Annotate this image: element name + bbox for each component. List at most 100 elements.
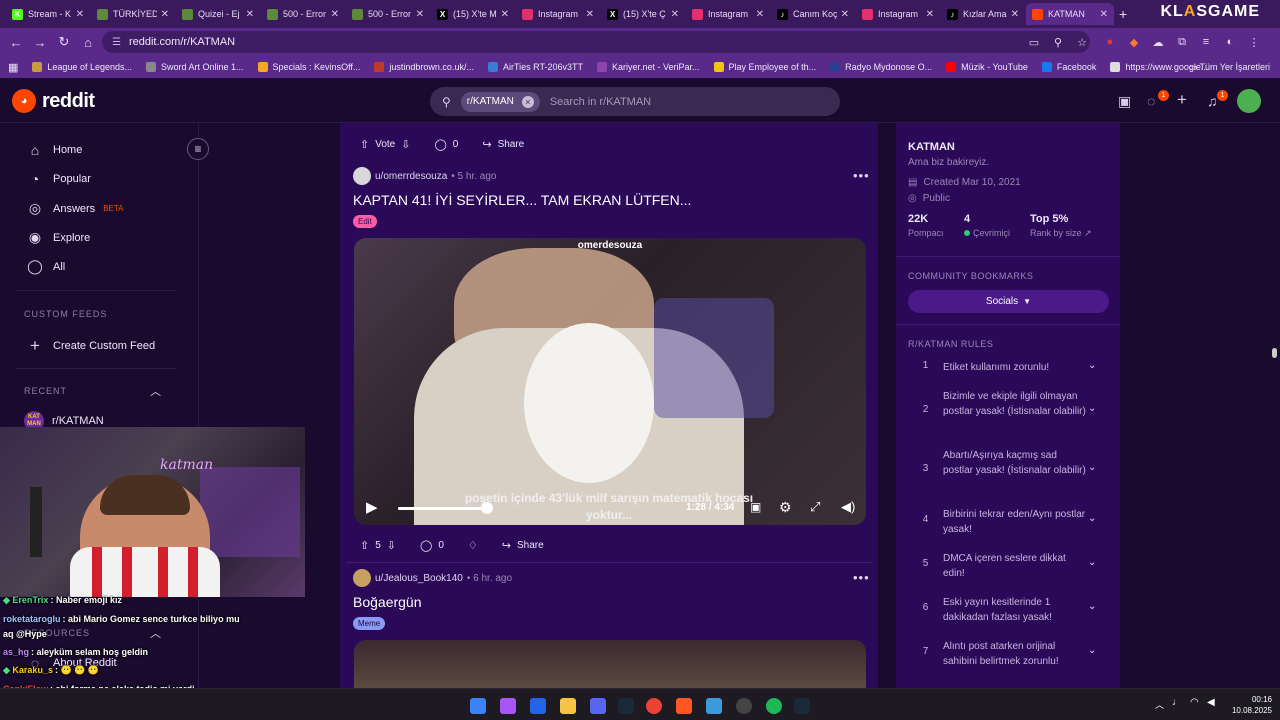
video-progress-track[interactable] — [398, 507, 486, 510]
profile-icon[interactable]: ◐ — [1218, 33, 1242, 51]
reload-icon[interactable]: ↻ — [52, 34, 76, 50]
sidebar-item-explore[interactable]: ◉ Explore — [26, 229, 90, 246]
bookmark-item[interactable]: Facebook — [1041, 62, 1096, 72]
clear-chip-icon[interactable]: × — [521, 95, 534, 108]
bookmark-star-icon[interactable]: ☆ — [1070, 33, 1094, 51]
post-title[interactable]: KAPTAN 41! İYİ SEYİRLER... TAM EKRAN LÜT… — [353, 192, 691, 208]
browser-tab[interactable]: ♪ Canım Koç ✕ — [771, 3, 855, 25]
bookmark-item[interactable]: justindbrown.co.uk/... — [374, 62, 474, 72]
zoom-icon[interactable]: ⚲ — [1046, 33, 1070, 51]
browser-tab[interactable]: 500 - Error ✕ — [346, 3, 430, 25]
browser-tab[interactable]: X (15) X'te Ç ✕ — [601, 3, 685, 25]
rule-item[interactable]: 7 Alıntı post atarken orijinal sahibini b… — [908, 639, 1108, 669]
post-title[interactable]: Boğaergün — [353, 594, 422, 610]
bookmark-item[interactable]: Specials : KevinsOff... — [257, 62, 360, 72]
close-tab-icon[interactable]: ✕ — [416, 9, 424, 20]
back-icon[interactable]: ← — [4, 35, 28, 50]
close-tab-icon[interactable]: ✕ — [501, 9, 509, 20]
collapse-sidebar-button[interactable]: ≡ — [187, 138, 209, 160]
menu-dots-icon[interactable]: ⋮ — [1242, 33, 1266, 51]
chevron-up-icon[interactable]: ︿ — [150, 383, 161, 399]
notification-bell-icon[interactable]: ♫ — [1207, 93, 1218, 109]
spotify-icon[interactable] — [766, 698, 782, 714]
user-avatar-small[interactable] — [353, 569, 371, 587]
file-explorer-icon[interactable] — [560, 698, 576, 714]
more-options-icon[interactable]: ••• — [853, 570, 870, 585]
more-options-icon[interactable]: ••• — [853, 168, 870, 183]
extension-cloud-icon[interactable]: ☁ — [1146, 33, 1170, 51]
search-bar[interactable]: ⚲ r/KATMAN × Search in r/KATMAN — [430, 87, 840, 116]
close-tab-icon[interactable]: ✕ — [1100, 9, 1108, 20]
rule-item[interactable]: 5 DMCA içeren seslere dikkat edin! ⌄ — [908, 551, 1108, 581]
close-tab-icon[interactable]: ✕ — [331, 9, 339, 20]
comments-button[interactable]: ◯ 0 — [425, 133, 467, 155]
comments-button[interactable]: ◯ 0 — [411, 534, 453, 556]
upvote-icon[interactable]: ⇧ — [360, 138, 369, 151]
forward-icon[interactable]: → — [28, 35, 52, 50]
close-tab-icon[interactable]: ✕ — [586, 9, 594, 20]
all-bookmarks-link[interactable]: ▭ Tüm Yer İşaretleri — [1189, 62, 1270, 73]
post-flair[interactable]: Edit — [353, 215, 377, 228]
bookmark-item[interactable]: AirTies RT-206v3TT — [487, 62, 583, 72]
captions-icon[interactable]: ▣ — [750, 500, 761, 514]
start-menu-icon[interactable] — [470, 698, 486, 714]
extensions-puzzle-icon[interactable]: ⧉ — [1170, 33, 1194, 51]
bookmark-item[interactable]: Sword Art Online 1... — [145, 62, 244, 72]
tray-chevron-icon[interactable]: ︿ — [1155, 698, 1164, 711]
downvote-icon[interactable]: ⇩ — [401, 138, 410, 151]
install-icon[interactable]: ▭ — [1022, 33, 1046, 51]
create-custom-feed-button[interactable]: + Create Custom Feed — [26, 336, 155, 356]
advertise-icon[interactable]: ▣ — [1118, 93, 1131, 110]
volume-icon[interactable]: ◀ — [1207, 697, 1215, 708]
subreddit-search-chip[interactable]: r/KATMAN × — [460, 91, 540, 112]
post-author[interactable]: u/omerrdesouza — [375, 171, 447, 182]
share-button[interactable]: ↪ Share — [473, 133, 533, 155]
bookmark-item[interactable]: League of Legends... — [32, 62, 132, 72]
extension-red-icon[interactable]: ● — [1098, 33, 1122, 51]
page-scrollbar[interactable] — [1268, 123, 1280, 688]
browser-tab[interactable]: Quizei - Ej ✕ — [176, 3, 260, 25]
new-tab-icon[interactable]: + — [1119, 6, 1127, 22]
search-input[interactable]: Search in r/KATMAN — [550, 96, 651, 108]
close-tab-icon[interactable]: ✕ — [76, 9, 84, 20]
volume-icon[interactable]: ◀) — [841, 499, 855, 515]
apps-icon[interactable]: ▦ — [8, 61, 18, 74]
app-icon[interactable] — [676, 698, 692, 714]
video-scrubber-handle[interactable] — [481, 502, 493, 514]
bookmark-item[interactable]: Radyo Mydonose O... — [830, 62, 932, 72]
scrollbar-thumb[interactable] — [1272, 348, 1277, 358]
close-tab-icon[interactable]: ✕ — [246, 9, 254, 20]
microphone-icon[interactable]: ♩ — [1172, 697, 1182, 708]
wifi-icon[interactable]: ◠ — [1190, 697, 1199, 708]
bookmark-item[interactable]: Müzik - YouTube — [946, 62, 1028, 72]
bookmark-item[interactable]: Kariyer.net - VeriPar... — [596, 62, 700, 72]
chat-icon[interactable]: ◌ — [1147, 93, 1155, 109]
close-tab-icon[interactable]: ✕ — [926, 9, 934, 20]
media-controls-icon[interactable]: ≡ — [1194, 33, 1218, 51]
user-avatar-small[interactable] — [353, 167, 371, 185]
site-info-icon[interactable]: ☰ — [112, 37, 121, 48]
browser-tab[interactable]: Instagram ✕ — [856, 3, 940, 25]
sidebar-item-popular[interactable]: ◔ Popular — [26, 171, 91, 187]
post-author[interactable]: u/Jealous_Book140 — [375, 573, 463, 584]
photos-icon[interactable] — [706, 698, 722, 714]
browser-tab[interactable]: X (15) X'te M ✕ — [431, 3, 515, 25]
steam-icon[interactable] — [794, 698, 810, 714]
award-button[interactable]: ♢ — [459, 534, 487, 556]
video-player[interactable]: omerdesouza poşetin içinde 43'lük milf s… — [354, 238, 866, 525]
socials-dropdown[interactable]: Socials ▼ — [908, 290, 1109, 313]
upvote-icon[interactable]: ⇧ — [360, 539, 369, 552]
address-bar[interactable]: ☰ reddit.com/r/KATMAN — [102, 31, 1090, 53]
sidebar-item-all[interactable]: ◯ All — [26, 258, 65, 275]
close-tab-icon[interactable]: ✕ — [1011, 9, 1019, 20]
browser-tab[interactable]: KATMAN ✕ — [1026, 3, 1114, 25]
rule-item[interactable]: 1 Etiket kullanımı zorunlu! ⌄ — [908, 360, 1108, 375]
custom-feeds-heading[interactable]: CUSTOM FEEDS — [24, 309, 107, 319]
store-icon[interactable] — [530, 698, 546, 714]
recent-heading[interactable]: RECENT — [24, 386, 67, 396]
create-post-icon[interactable]: + — [1177, 90, 1187, 110]
close-tab-icon[interactable]: ✕ — [671, 9, 679, 20]
reddit-logo[interactable]: ◕ reddit — [12, 89, 95, 113]
browser-tab[interactable]: TÜRKİYEDE ✕ — [91, 3, 175, 25]
sidebar-item-home[interactable]: ⌂ Home — [26, 142, 83, 158]
